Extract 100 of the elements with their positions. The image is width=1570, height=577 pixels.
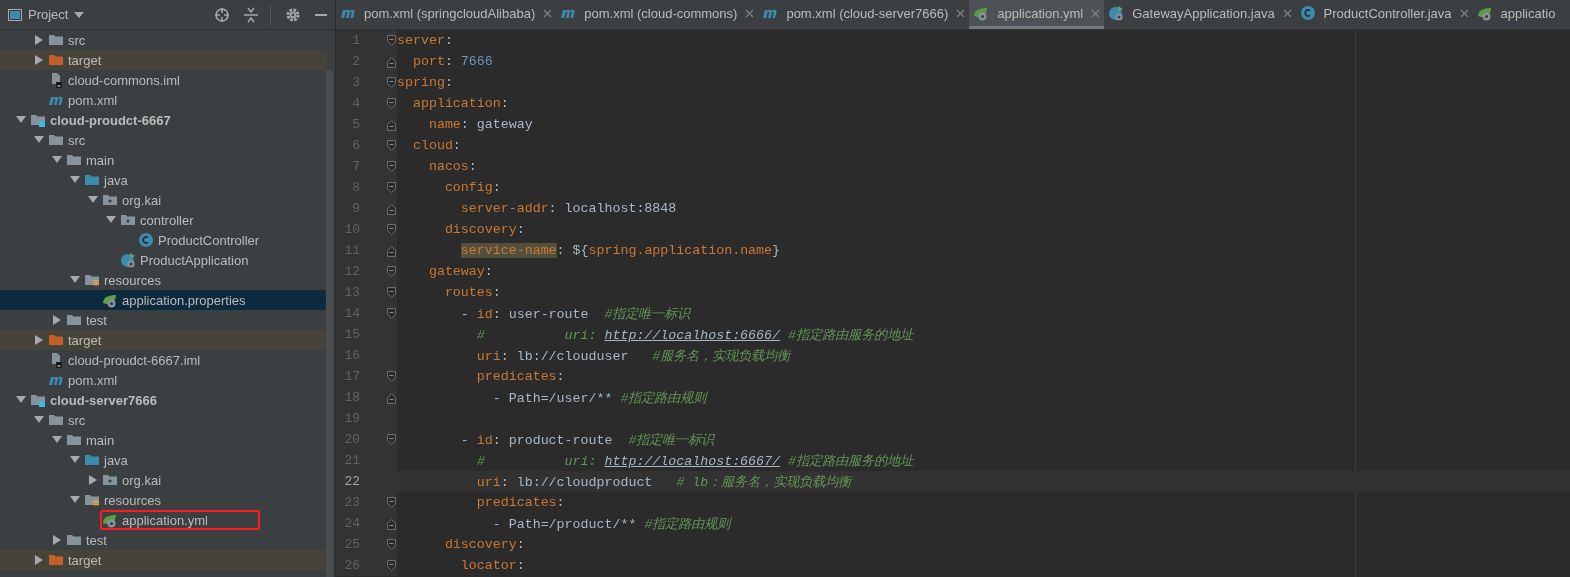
tree-item[interactable]: cloud-server7666 bbox=[0, 390, 327, 410]
line-number: 22 bbox=[343, 474, 360, 489]
code-line: discovery: bbox=[443, 537, 525, 552]
code-line: cloud: bbox=[411, 138, 461, 153]
folder-icon bbox=[48, 332, 64, 348]
code-line: - id: product-route #指定唯一标识 bbox=[459, 431, 715, 449]
tree-item[interactable]: test bbox=[0, 530, 327, 550]
code-line: predicates: bbox=[475, 495, 565, 510]
leaf-icon bbox=[973, 5, 990, 21]
package-icon bbox=[102, 472, 118, 488]
tree-item[interactable]: target bbox=[0, 330, 327, 350]
tree-item[interactable]: ProductController bbox=[0, 230, 327, 250]
tree-item[interactable]: src bbox=[0, 130, 327, 150]
tree-item[interactable]: org.kai bbox=[0, 470, 327, 490]
code-line: # uri: http://localhost:6666/ #指定路由服务的地址 bbox=[475, 326, 913, 344]
code-line: - Path=/product/** #指定路由规则 bbox=[491, 515, 731, 533]
folder-icon bbox=[48, 32, 64, 48]
tree-item[interactable]: pom.xml bbox=[0, 90, 327, 110]
editor-tab[interactable]: GatewayApplication.java bbox=[1104, 0, 1296, 29]
editor-tab[interactable]: application.yml bbox=[969, 0, 1105, 29]
tree-item[interactable]: target bbox=[0, 50, 327, 70]
tree-item[interactable]: controller bbox=[0, 210, 327, 230]
close-icon[interactable] bbox=[745, 8, 755, 18]
tree-item[interactable]: src bbox=[0, 30, 327, 50]
class-icon bbox=[138, 232, 154, 248]
module-icon bbox=[30, 392, 46, 408]
tree-item[interactable]: cloud-proudct-6667 bbox=[0, 110, 327, 130]
module-icon bbox=[30, 112, 46, 128]
close-icon[interactable] bbox=[1459, 8, 1469, 18]
editor-tab[interactable]: pom.xml (cloud-commons) bbox=[556, 0, 759, 29]
code-line: # uri: http://localhost:6667/ #指定路由服务的地址 bbox=[475, 452, 913, 470]
caret-icon bbox=[74, 10, 85, 19]
tree-item[interactable]: org.kai bbox=[0, 190, 327, 210]
leaf-icon bbox=[102, 292, 118, 308]
code-line: routes: bbox=[443, 285, 501, 300]
code-line: config: bbox=[443, 180, 501, 195]
editor-tab[interactable]: ProductController.java bbox=[1295, 0, 1473, 29]
leaf-icon bbox=[1476, 5, 1493, 21]
close-icon[interactable] bbox=[1091, 8, 1101, 18]
folder-icon bbox=[84, 492, 100, 508]
folder-icon bbox=[66, 312, 82, 328]
code-line: - Path=/user/** #指定路由规则 bbox=[491, 389, 707, 407]
class-icon bbox=[120, 252, 136, 268]
scrollbar[interactable] bbox=[326, 70, 333, 577]
settings-icon bbox=[285, 6, 301, 23]
minimize-icon bbox=[315, 13, 327, 16]
panel-title[interactable]: Project bbox=[28, 7, 69, 22]
tree-item[interactable]: java bbox=[0, 450, 327, 470]
code-line: - id: user-route #指定唯一标识 bbox=[459, 305, 691, 323]
code-line: name: gateway bbox=[427, 117, 533, 132]
folder-icon bbox=[84, 452, 100, 468]
tree-item[interactable]: main bbox=[0, 430, 327, 450]
tree-item[interactable]: resources bbox=[0, 490, 327, 510]
close-icon[interactable] bbox=[1282, 8, 1292, 18]
window-icon bbox=[8, 7, 22, 22]
crosshair-icon bbox=[214, 6, 230, 23]
folder-icon bbox=[48, 132, 64, 148]
tree-item[interactable]: application.yml bbox=[0, 510, 327, 530]
code-line: predicates: bbox=[475, 369, 565, 384]
editor-tab[interactable]: applicatio bbox=[1472, 0, 1560, 29]
package-icon bbox=[102, 192, 118, 208]
tree-item[interactable]: resources bbox=[0, 270, 327, 290]
folder-icon bbox=[84, 272, 100, 288]
tree-item[interactable]: java bbox=[0, 170, 327, 190]
tree-item[interactable]: target bbox=[0, 550, 327, 570]
tree-item[interactable]: pom.xml bbox=[0, 370, 327, 390]
collapse-icon bbox=[244, 6, 258, 23]
code-line: service-name: ${spring.application.name} bbox=[459, 243, 781, 258]
tree-item[interactable]: application.properties bbox=[0, 290, 327, 310]
editor-tab[interactable]: pom.xml (springcloudAlibaba) bbox=[336, 0, 557, 29]
code-line: discovery: bbox=[443, 222, 525, 237]
folder-icon bbox=[48, 552, 64, 568]
code-link[interactable]: http://localhost:6666/ bbox=[604, 327, 781, 343]
package-icon bbox=[120, 212, 136, 228]
tree-item[interactable]: test bbox=[0, 310, 327, 330]
editor-tab[interactable]: pom.xml (cloud-server7666) bbox=[758, 0, 970, 29]
close-icon[interactable] bbox=[956, 8, 966, 18]
code-link[interactable]: http://localhost:6667/ bbox=[604, 453, 781, 469]
folder-icon bbox=[66, 432, 82, 448]
code-line: application: bbox=[411, 96, 509, 111]
folder-icon bbox=[48, 52, 64, 68]
close-icon[interactable] bbox=[543, 8, 553, 18]
code-line: uri: lb://clouduser #服务名，实现负载均衡 bbox=[475, 347, 791, 365]
tree-item[interactable]: cloud-commons.iml bbox=[0, 70, 327, 90]
folder-icon bbox=[66, 532, 82, 548]
code-line: locator: bbox=[459, 558, 525, 573]
tree-item[interactable]: cloud-proudct-6667.iml bbox=[0, 350, 327, 370]
tree-item[interactable]: ProductApplication bbox=[0, 250, 327, 270]
class-icon bbox=[1108, 5, 1125, 21]
tree-item[interactable]: src bbox=[0, 410, 327, 430]
code-line: uri: lb://cloudproduct # lb：服务名，实现负载均衡 bbox=[475, 473, 852, 491]
folder-icon bbox=[84, 172, 100, 188]
code-line: server-addr: localhost:8848 bbox=[459, 201, 677, 216]
code-line: spring: bbox=[397, 75, 453, 90]
folder-icon bbox=[48, 412, 64, 428]
code-line: nacos: bbox=[427, 159, 477, 174]
class-icon bbox=[1299, 5, 1316, 21]
tree-item[interactable]: main bbox=[0, 150, 327, 170]
folder-icon bbox=[66, 152, 82, 168]
code-line: server: bbox=[397, 33, 453, 48]
